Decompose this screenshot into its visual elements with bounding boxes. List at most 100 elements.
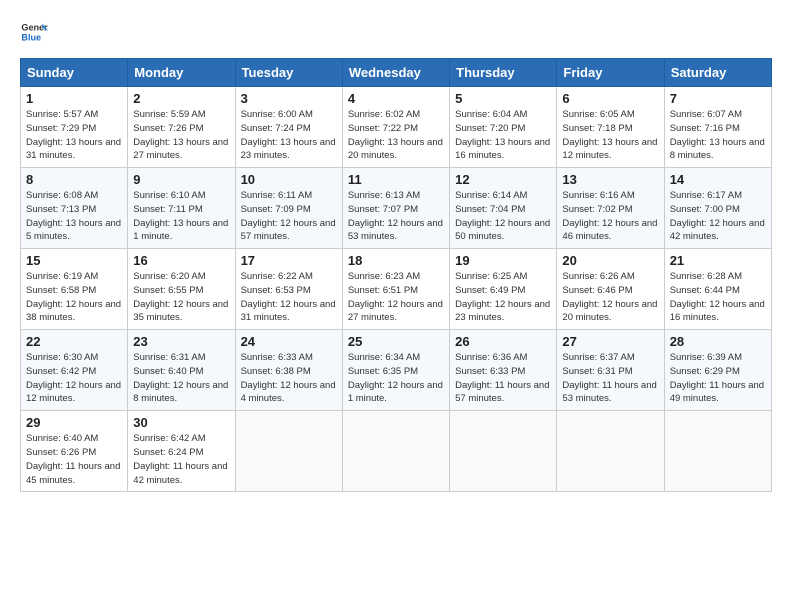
calendar-cell: 26 Sunrise: 6:36 AMSunset: 6:33 PMDaylig… [450,330,557,411]
day-number: 22 [26,334,122,349]
calendar-cell: 4 Sunrise: 6:02 AMSunset: 7:22 PMDayligh… [342,87,449,168]
logo: General Blue [20,18,52,46]
day-number: 18 [348,253,444,268]
calendar-cell: 28 Sunrise: 6:39 AMSunset: 6:29 PMDaylig… [664,330,771,411]
cell-info: Sunrise: 6:36 AMSunset: 6:33 PMDaylight:… [455,351,551,406]
calendar-week-3: 15 Sunrise: 6:19 AMSunset: 6:58 PMDaylig… [21,249,772,330]
calendar-table: SundayMondayTuesdayWednesdayThursdayFrid… [20,58,772,492]
calendar-cell: 1 Sunrise: 5:57 AMSunset: 7:29 PMDayligh… [21,87,128,168]
calendar-cell: 13 Sunrise: 6:16 AMSunset: 7:02 PMDaylig… [557,168,664,249]
day-header-friday: Friday [557,59,664,87]
day-number: 21 [670,253,766,268]
cell-info: Sunrise: 6:22 AMSunset: 6:53 PMDaylight:… [241,270,337,325]
calendar-cell: 16 Sunrise: 6:20 AMSunset: 6:55 PMDaylig… [128,249,235,330]
cell-info: Sunrise: 6:26 AMSunset: 6:46 PMDaylight:… [562,270,658,325]
calendar-cell: 15 Sunrise: 6:19 AMSunset: 6:58 PMDaylig… [21,249,128,330]
day-number: 14 [670,172,766,187]
day-number: 4 [348,91,444,106]
cell-info: Sunrise: 6:19 AMSunset: 6:58 PMDaylight:… [26,270,122,325]
day-number: 9 [133,172,229,187]
calendar-cell [557,411,664,492]
calendar-cell: 24 Sunrise: 6:33 AMSunset: 6:38 PMDaylig… [235,330,342,411]
day-number: 15 [26,253,122,268]
calendar-cell: 8 Sunrise: 6:08 AMSunset: 7:13 PMDayligh… [21,168,128,249]
cell-info: Sunrise: 6:05 AMSunset: 7:18 PMDaylight:… [562,108,658,163]
page: General Blue SundayMondayTuesdayWednesda… [0,0,792,612]
cell-info: Sunrise: 6:16 AMSunset: 7:02 PMDaylight:… [562,189,658,244]
svg-text:Blue: Blue [21,32,41,42]
day-number: 26 [455,334,551,349]
cell-info: Sunrise: 6:28 AMSunset: 6:44 PMDaylight:… [670,270,766,325]
cell-info: Sunrise: 5:59 AMSunset: 7:26 PMDaylight:… [133,108,229,163]
cell-info: Sunrise: 6:20 AMSunset: 6:55 PMDaylight:… [133,270,229,325]
calendar-cell: 29 Sunrise: 6:40 AMSunset: 6:26 PMDaylig… [21,411,128,492]
calendar-cell: 6 Sunrise: 6:05 AMSunset: 7:18 PMDayligh… [557,87,664,168]
cell-info: Sunrise: 6:40 AMSunset: 6:26 PMDaylight:… [26,432,122,487]
cell-info: Sunrise: 6:39 AMSunset: 6:29 PMDaylight:… [670,351,766,406]
calendar-cell: 20 Sunrise: 6:26 AMSunset: 6:46 PMDaylig… [557,249,664,330]
calendar-header-row: SundayMondayTuesdayWednesdayThursdayFrid… [21,59,772,87]
cell-info: Sunrise: 6:33 AMSunset: 6:38 PMDaylight:… [241,351,337,406]
calendar-cell: 12 Sunrise: 6:14 AMSunset: 7:04 PMDaylig… [450,168,557,249]
calendar-cell: 19 Sunrise: 6:25 AMSunset: 6:49 PMDaylig… [450,249,557,330]
day-number: 1 [26,91,122,106]
cell-info: Sunrise: 6:10 AMSunset: 7:11 PMDaylight:… [133,189,229,244]
cell-info: Sunrise: 6:04 AMSunset: 7:20 PMDaylight:… [455,108,551,163]
day-number: 13 [562,172,658,187]
calendar-cell: 11 Sunrise: 6:13 AMSunset: 7:07 PMDaylig… [342,168,449,249]
calendar-cell: 10 Sunrise: 6:11 AMSunset: 7:09 PMDaylig… [235,168,342,249]
calendar-cell: 2 Sunrise: 5:59 AMSunset: 7:26 PMDayligh… [128,87,235,168]
day-number: 27 [562,334,658,349]
calendar-cell: 9 Sunrise: 6:10 AMSunset: 7:11 PMDayligh… [128,168,235,249]
day-number: 3 [241,91,337,106]
day-number: 28 [670,334,766,349]
calendar-cell [664,411,771,492]
cell-info: Sunrise: 6:30 AMSunset: 6:42 PMDaylight:… [26,351,122,406]
cell-info: Sunrise: 6:42 AMSunset: 6:24 PMDaylight:… [133,432,229,487]
calendar-cell: 18 Sunrise: 6:23 AMSunset: 6:51 PMDaylig… [342,249,449,330]
cell-info: Sunrise: 6:14 AMSunset: 7:04 PMDaylight:… [455,189,551,244]
day-number: 2 [133,91,229,106]
calendar-cell: 27 Sunrise: 6:37 AMSunset: 6:31 PMDaylig… [557,330,664,411]
day-number: 7 [670,91,766,106]
day-header-tuesday: Tuesday [235,59,342,87]
day-number: 24 [241,334,337,349]
calendar-cell: 21 Sunrise: 6:28 AMSunset: 6:44 PMDaylig… [664,249,771,330]
day-number: 19 [455,253,551,268]
calendar-cell [342,411,449,492]
day-number: 17 [241,253,337,268]
day-header-sunday: Sunday [21,59,128,87]
day-number: 8 [26,172,122,187]
cell-info: Sunrise: 6:37 AMSunset: 6:31 PMDaylight:… [562,351,658,406]
calendar-cell: 3 Sunrise: 6:00 AMSunset: 7:24 PMDayligh… [235,87,342,168]
day-number: 30 [133,415,229,430]
header: General Blue [20,18,772,46]
day-number: 6 [562,91,658,106]
cell-info: Sunrise: 6:07 AMSunset: 7:16 PMDaylight:… [670,108,766,163]
day-number: 11 [348,172,444,187]
day-number: 29 [26,415,122,430]
day-header-saturday: Saturday [664,59,771,87]
calendar-week-1: 1 Sunrise: 5:57 AMSunset: 7:29 PMDayligh… [21,87,772,168]
calendar-week-4: 22 Sunrise: 6:30 AMSunset: 6:42 PMDaylig… [21,330,772,411]
calendar-week-5: 29 Sunrise: 6:40 AMSunset: 6:26 PMDaylig… [21,411,772,492]
calendar-week-2: 8 Sunrise: 6:08 AMSunset: 7:13 PMDayligh… [21,168,772,249]
day-number: 10 [241,172,337,187]
day-number: 25 [348,334,444,349]
cell-info: Sunrise: 6:13 AMSunset: 7:07 PMDaylight:… [348,189,444,244]
cell-info: Sunrise: 6:34 AMSunset: 6:35 PMDaylight:… [348,351,444,406]
cell-info: Sunrise: 6:31 AMSunset: 6:40 PMDaylight:… [133,351,229,406]
cell-info: Sunrise: 6:11 AMSunset: 7:09 PMDaylight:… [241,189,337,244]
calendar-cell: 17 Sunrise: 6:22 AMSunset: 6:53 PMDaylig… [235,249,342,330]
cell-info: Sunrise: 6:25 AMSunset: 6:49 PMDaylight:… [455,270,551,325]
logo-icon: General Blue [20,18,48,46]
day-number: 20 [562,253,658,268]
cell-info: Sunrise: 6:23 AMSunset: 6:51 PMDaylight:… [348,270,444,325]
cell-info: Sunrise: 6:17 AMSunset: 7:00 PMDaylight:… [670,189,766,244]
calendar-cell: 14 Sunrise: 6:17 AMSunset: 7:00 PMDaylig… [664,168,771,249]
day-header-monday: Monday [128,59,235,87]
calendar-cell: 25 Sunrise: 6:34 AMSunset: 6:35 PMDaylig… [342,330,449,411]
calendar-cell: 5 Sunrise: 6:04 AMSunset: 7:20 PMDayligh… [450,87,557,168]
cell-info: Sunrise: 6:00 AMSunset: 7:24 PMDaylight:… [241,108,337,163]
day-number: 5 [455,91,551,106]
